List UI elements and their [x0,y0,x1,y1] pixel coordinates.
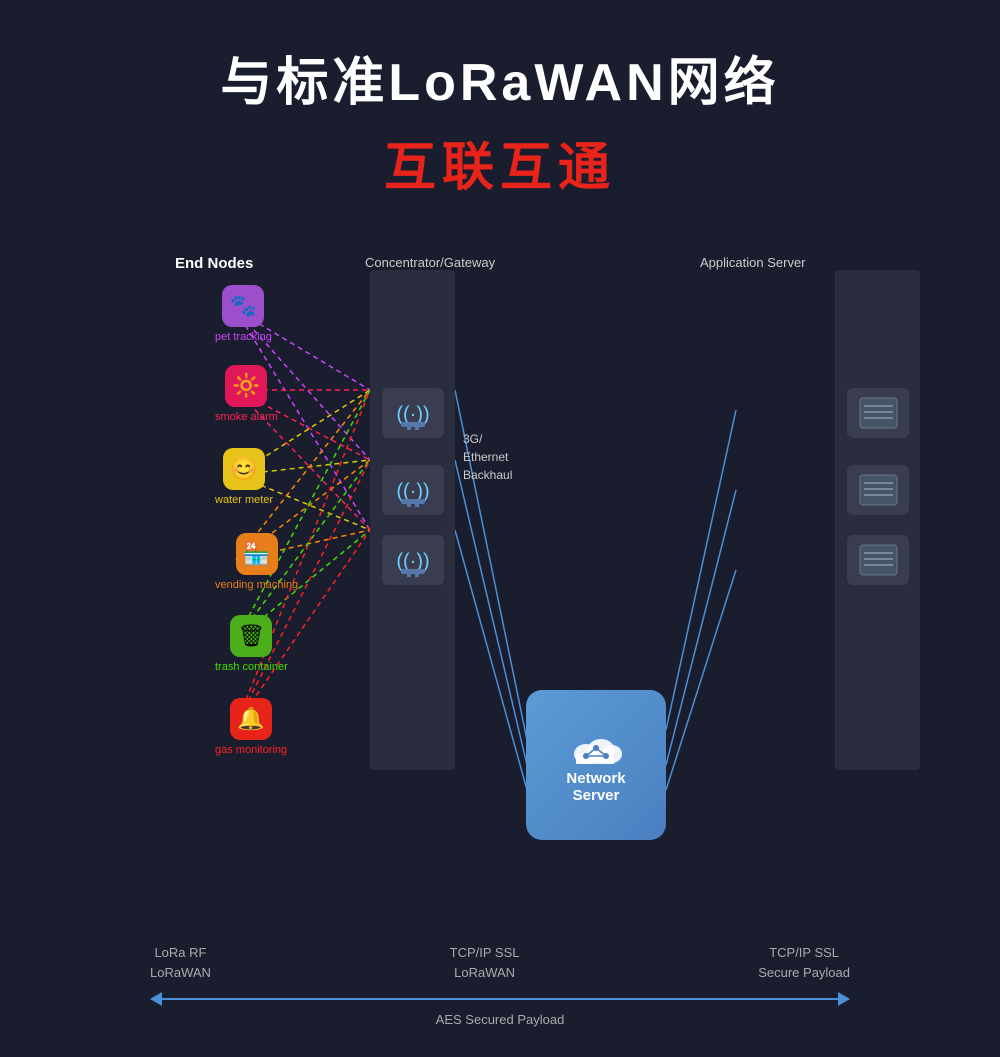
protocol-tcpip-1: TCP/IP SSL LoRaWAN [450,943,520,982]
page-wrapper: 与标准LoRaWAN网络 互联互通 [0,0,1000,900]
gateway-3: ((·)) [382,535,444,585]
vending-machine-icon: 🏪 [236,533,278,575]
gas-monitoring-icon: 🔔 [230,698,272,740]
node-gas-monitoring: 🔔 gas monitoring [215,698,287,756]
protocol-tcpip-2: TCP/IP SSL Secure Payload [758,943,850,982]
aes-label: AES Secured Payload [150,1012,850,1027]
protocol-labels: LoRa RF LoRaWAN TCP/IP SSL LoRaWAN TCP/I… [150,943,850,982]
app-server-1 [847,388,909,438]
app-server-2 [847,465,909,515]
node-water-meter: 😊 water meter [215,448,273,506]
app-server-column [835,270,920,770]
gas-monitoring-label: gas monitoring [215,744,287,756]
node-smoke-alarm: 🔆 smoke alarm [215,365,278,423]
protocol-lora: LoRa RF LoRaWAN [150,943,211,982]
smoke-alarm-icon: 🔆 [225,365,267,407]
cloud-icon [566,726,626,766]
vending-machine-label: vending maching [215,579,298,591]
aes-line [162,998,838,1000]
arrow-right [838,992,850,1006]
end-nodes-label: End Nodes [175,255,253,272]
pet-tracking-label: pet tracking [215,331,272,343]
app-server-3 [847,535,909,585]
trash-container-icon: 🗑 [230,615,272,657]
title-line1: 与标准LoRaWAN网络 [0,40,1000,115]
network-server-label: Network Server [566,770,625,804]
network-server: Network Server [526,690,666,840]
gateway-column: ((·)) ((·)) ((·)) [370,270,455,770]
gateway-1: ((·)) [382,388,444,438]
diagram-container: End Nodes Concentrator/Gateway Applicati… [0,220,1000,900]
gateway-label: Concentrator/Gateway [365,255,495,270]
arrow-left [150,992,162,1006]
backhaul-label: 3G/EthernetBackhaul [463,430,512,484]
smoke-alarm-label: smoke alarm [215,411,278,423]
node-vending-machine: 🏪 vending maching [215,533,298,591]
node-pet-tracking: 🐾 pet tracking [215,285,272,343]
title-line2: 互联互通 [0,125,1000,200]
node-trash-container: 🗑 trash container [215,615,288,673]
app-server-label: Application Server [700,255,806,270]
water-meter-label: water meter [215,494,273,506]
bottom-section: LoRa RF LoRaWAN TCP/IP SSL LoRaWAN TCP/I… [0,943,1000,1027]
water-meter-icon: 😊 [223,448,265,490]
pet-tracking-icon: 🐾 [222,285,264,327]
title-section: 与标准LoRaWAN网络 互联互通 [0,0,1000,200]
trash-container-label: trash container [215,661,288,673]
gateway-2: ((·)) [382,465,444,515]
aes-row [150,992,850,1006]
